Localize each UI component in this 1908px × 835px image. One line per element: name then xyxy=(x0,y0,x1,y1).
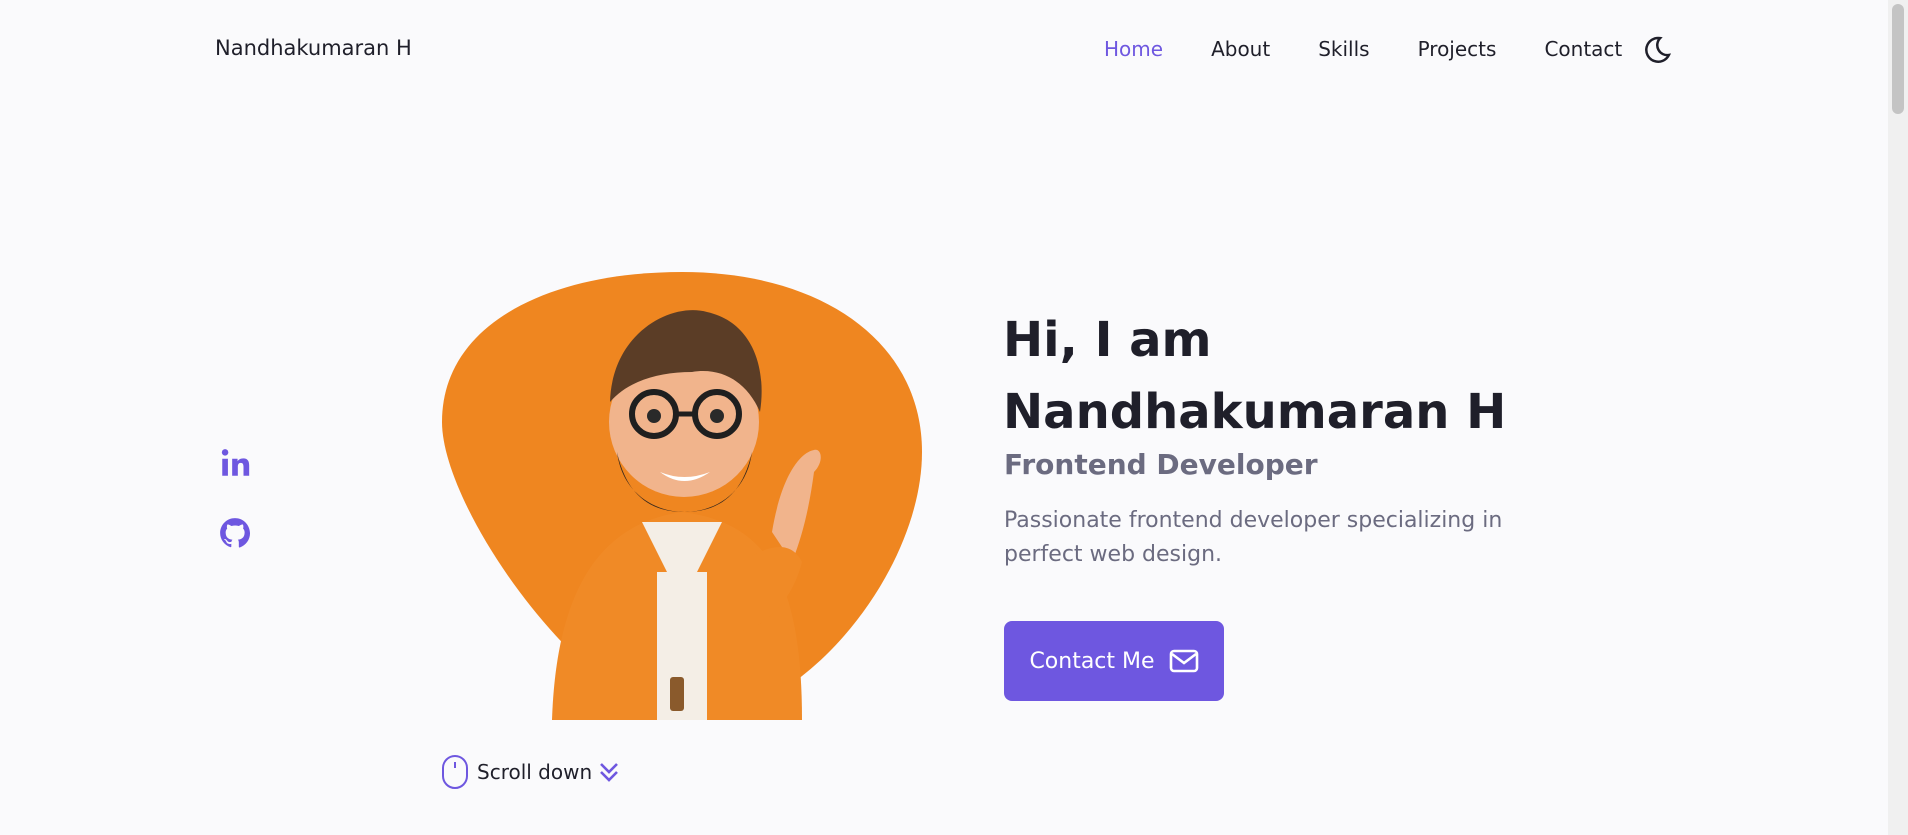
scroll-down-label: Scroll down xyxy=(477,760,593,784)
hero-avatar xyxy=(442,272,922,720)
page-scrollbar[interactable] xyxy=(1888,0,1908,835)
hero-description: Passionate frontend developer specializi… xyxy=(1004,508,1503,567)
nav-contact[interactable]: Contact xyxy=(1544,37,1622,61)
main-nav: Home About Skills Projects Contact xyxy=(1104,37,1670,61)
social-links xyxy=(218,446,252,586)
github-icon[interactable] xyxy=(218,516,252,550)
linkedin-icon[interactable] xyxy=(218,446,252,480)
moon-icon[interactable] xyxy=(1642,34,1672,66)
header: Nandhakumaran H Home About Skills Projec… xyxy=(0,0,1888,102)
nav-skills[interactable]: Skills xyxy=(1318,37,1369,61)
mouse-icon xyxy=(442,755,468,789)
nav-home[interactable]: Home xyxy=(1104,37,1163,61)
hero-subtitle: Frontend Developer xyxy=(1004,448,1318,481)
logo[interactable]: Nandhakumaran H xyxy=(215,36,412,60)
contact-me-button[interactable]: Contact Me xyxy=(1004,621,1224,701)
contact-me-label: Contact Me xyxy=(1029,648,1155,674)
chevrons-down-icon xyxy=(600,763,619,782)
scroll-down-link[interactable]: Scroll down xyxy=(441,754,620,790)
scrollbar-thumb[interactable] xyxy=(1892,4,1904,114)
nav-about[interactable]: About xyxy=(1211,37,1270,61)
nav-projects[interactable]: Projects xyxy=(1418,37,1497,61)
hero-title: Hi, I am Nandhakumaran H xyxy=(1003,304,1506,448)
mail-icon xyxy=(1169,649,1198,673)
hero-title-line2: Nandhakumaran H xyxy=(1003,384,1507,440)
hero-title-line1: Hi, I am xyxy=(1003,312,1212,368)
